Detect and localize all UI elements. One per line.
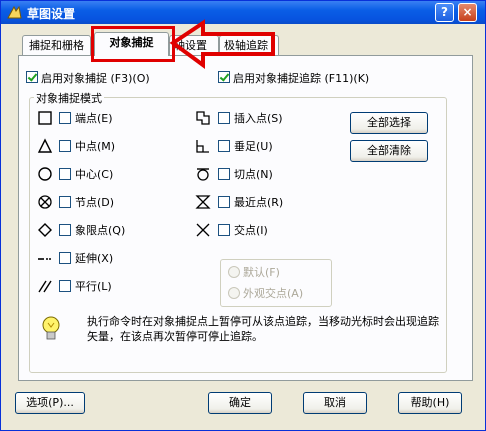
- intersection-icon: [196, 223, 210, 237]
- close-button[interactable]: ×: [458, 3, 477, 22]
- enable-osnap-checkbox[interactable]: [26, 71, 38, 83]
- osnap-modes-title: 对象捕捉模式: [34, 90, 104, 106]
- annotation-arrow-icon: [169, 19, 275, 69]
- dialog-window: 草图设置 ? × 捕捉和栅格 对象捕捉 轴设置 极轴追踪 启用对象捕捉 (F3)…: [0, 0, 486, 431]
- enable-osnap-tracking-checkbox[interactable]: [218, 71, 230, 83]
- insertion-checkbox[interactable]: [218, 112, 230, 124]
- tangent-icon: [197, 168, 209, 181]
- insertion-icon: [196, 111, 210, 125]
- center-checkbox[interactable]: [59, 168, 71, 180]
- nearest-checkbox[interactable]: [218, 196, 230, 208]
- clear-all-button[interactable]: 全部清除: [350, 140, 428, 162]
- lightbulb-icon: [42, 316, 60, 340]
- center-label: 中心(C): [75, 168, 114, 181]
- intersection-checkbox[interactable]: [218, 224, 230, 236]
- node-icon: [38, 195, 52, 209]
- extension-label: 延伸(X): [75, 252, 114, 265]
- tab-snap-grid[interactable]: 捕捉和栅格: [22, 35, 91, 55]
- select-all-button[interactable]: 全部选择: [350, 112, 428, 134]
- help-button[interactable]: 帮助(H): [398, 392, 462, 414]
- tangent-checkbox[interactable]: [218, 168, 230, 180]
- nearest-icon: [195, 195, 211, 209]
- perpendicular-checkbox[interactable]: [218, 140, 230, 152]
- perpendicular-label: 垂足(U): [234, 140, 273, 153]
- endpoint-checkbox[interactable]: [59, 112, 71, 124]
- tangent-label: 切点(N): [234, 168, 273, 181]
- quadrant-label: 象限点(Q): [75, 224, 126, 237]
- parallel-label: 平行(L): [75, 280, 112, 293]
- default-radio-label: 默认(F): [243, 266, 280, 279]
- square-endpoint-icon: [38, 111, 52, 125]
- extension-icon: [38, 258, 51, 260]
- enable-osnap-tracking-label: 启用对象捕捉追踪 (F11)(K): [233, 72, 370, 85]
- ok-button[interactable]: 确定: [208, 392, 272, 414]
- parallel-checkbox[interactable]: [59, 280, 71, 292]
- perpendicular-icon: [196, 140, 209, 153]
- diamond-quadrant-icon: [38, 223, 52, 237]
- extension-checkbox[interactable]: [59, 252, 71, 264]
- apparent-intersection-label: 外观交点(A): [243, 287, 304, 300]
- node-checkbox[interactable]: [59, 196, 71, 208]
- window-title: 草图设置: [27, 7, 76, 21]
- annotation-highlight-box: [91, 26, 175, 62]
- node-label: 节点(D): [75, 196, 115, 209]
- circle-center-icon: [38, 167, 52, 181]
- options-button[interactable]: 选项(P)...: [15, 392, 85, 414]
- midpoint-label: 中点(M): [75, 140, 116, 153]
- enable-osnap-label: 启用对象捕捉 (F3)(O): [41, 72, 150, 85]
- midpoint-checkbox[interactable]: [59, 140, 71, 152]
- nearest-label: 最近点(R): [234, 196, 284, 209]
- info-text: 执行命令时在对象捕捉点上暂停可从该点追踪，当移动光标时会出现追踪矢量，在该点再次…: [87, 315, 439, 343]
- help-title-button[interactable]: ?: [435, 3, 454, 22]
- triangle-midpoint-icon: [37, 138, 53, 153]
- apparent-intersection-radio[interactable]: [228, 287, 240, 299]
- cancel-button[interactable]: 取消: [303, 392, 367, 414]
- intersection-label: 交点(I): [234, 224, 268, 237]
- app-icon: [7, 5, 22, 19]
- endpoint-label: 端点(E): [75, 112, 113, 125]
- default-radio[interactable]: [228, 266, 240, 278]
- insertion-label: 插入点(S): [234, 112, 283, 125]
- parallel-icon: [38, 280, 52, 293]
- quadrant-checkbox[interactable]: [59, 224, 71, 236]
